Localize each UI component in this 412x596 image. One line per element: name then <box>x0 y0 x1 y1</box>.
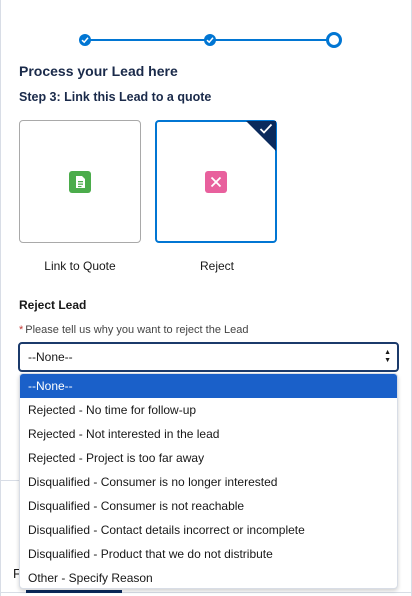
link-to-quote-tile[interactable] <box>19 120 141 243</box>
page-title: Process your Lead here <box>19 63 178 79</box>
close-icon <box>205 170 227 193</box>
select-arrows-icon: ▲ ▼ <box>384 349 391 364</box>
reject-lead-heading: Reject Lead <box>19 298 87 312</box>
step-heading: Step 3: Link this Lead to a quote <box>19 90 212 104</box>
dropdown-option[interactable]: Rejected - No time for follow-up <box>20 398 397 422</box>
progress-line-1 <box>86 39 210 41</box>
required-marker: * <box>19 324 24 336</box>
reject-reason-dropdown: --None-- Rejected - No time for follow-u… <box>19 373 398 589</box>
dropdown-option[interactable]: Disqualified - Consumer is not reachable <box>20 494 397 518</box>
progress-indicator <box>78 30 344 50</box>
step-1-complete-icon[interactable] <box>79 34 91 46</box>
reject-label: Reject <box>199 259 234 273</box>
selected-check-icon <box>259 123 273 134</box>
dropdown-option[interactable]: Other - Specify Reason <box>20 566 397 588</box>
dropdown-option[interactable]: Disqualified - Contact details incorrect… <box>20 518 397 542</box>
dropdown-option-none[interactable]: --None-- <box>20 374 397 398</box>
link-to-quote-label: Link to Quote <box>44 259 116 273</box>
dropdown-option[interactable]: Disqualified - Product that we do not di… <box>20 542 397 566</box>
reject-reason-text: Please tell us why you want to reject th… <box>25 324 249 336</box>
step-3-current-icon[interactable] <box>326 32 342 48</box>
reject-reason-select[interactable]: --None-- ▲ ▼ <box>18 342 399 372</box>
dropdown-option[interactable]: Rejected - Project is too far away <box>20 446 397 470</box>
reject-tile[interactable] <box>155 120 277 243</box>
select-value: --None-- <box>28 350 73 364</box>
active-tab-indicator <box>26 590 122 593</box>
dropdown-option[interactable]: Disqualified - Consumer is no longer int… <box>20 470 397 494</box>
progress-line-2 <box>214 39 334 41</box>
quote-document-icon <box>69 170 91 193</box>
step-2-complete-icon[interactable] <box>204 34 216 46</box>
divider <box>0 480 19 481</box>
dropdown-option[interactable]: Rejected - Not interested in the lead <box>20 422 397 446</box>
reject-reason-label: * Please tell us why you want to reject t… <box>19 324 248 336</box>
